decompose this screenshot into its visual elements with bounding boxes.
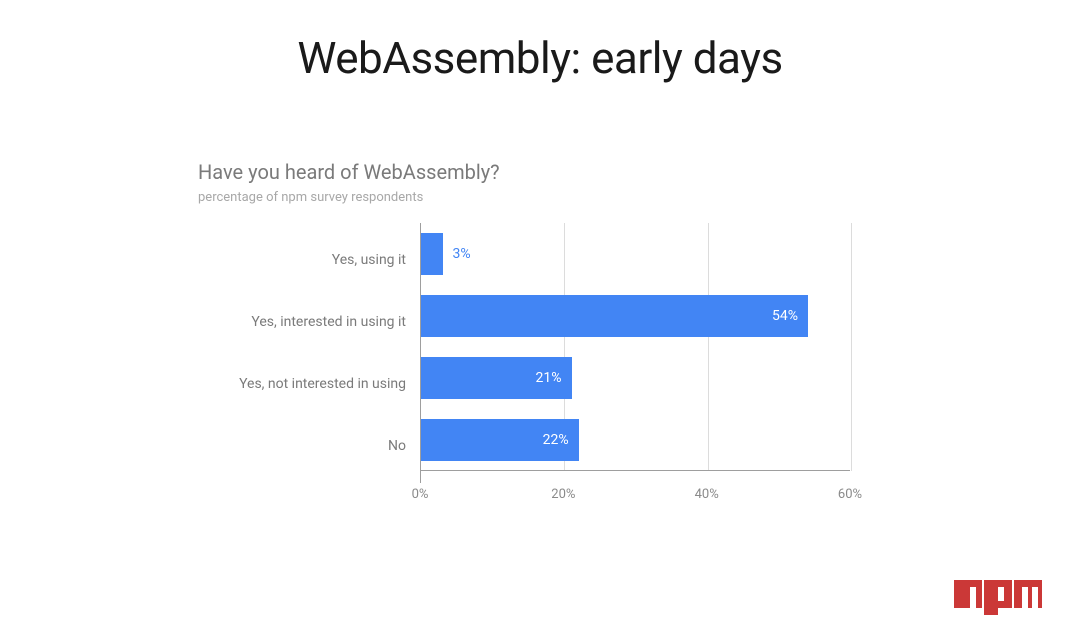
npm-logo-icon — [954, 580, 1044, 616]
chart-plot: Yes, using it Yes, interested in using i… — [190, 223, 890, 483]
bars-area: 3% 54% 21% 22% — [420, 223, 850, 483]
x-label: 40% — [695, 487, 719, 502]
bar: 21% — [421, 357, 572, 399]
y-label: Yes, interested in using it — [190, 291, 420, 353]
page-title: WebAssembly: early days — [0, 32, 1080, 84]
bar: 3% — [421, 233, 443, 275]
y-label: Yes, not interested in using — [190, 353, 420, 415]
y-label: No — [190, 415, 420, 477]
x-label: 0% — [412, 487, 429, 502]
bar: 54% — [421, 295, 808, 337]
bar-row: 3% — [421, 223, 850, 285]
bar-row: 54% — [421, 285, 850, 347]
x-axis-labels: 0% 20% 40% 60% — [420, 483, 850, 505]
chart-subtitle: percentage of npm survey respondents — [198, 190, 890, 205]
bar-row: 22% — [421, 409, 850, 471]
bar: 22% — [421, 419, 579, 461]
y-label: Yes, using it — [190, 229, 420, 291]
bar-row: 21% — [421, 347, 850, 409]
bar-label: 54% — [772, 308, 798, 324]
npm-logo — [954, 580, 1044, 616]
x-label: 20% — [551, 487, 575, 502]
bar-label: 22% — [543, 432, 569, 448]
x-label: 60% — [838, 487, 862, 502]
chart-title: Have you heard of WebAssembly? — [198, 160, 890, 184]
y-axis-labels: Yes, using it Yes, interested in using i… — [190, 223, 420, 483]
bar-label: 21% — [536, 370, 562, 386]
gridline — [851, 223, 852, 471]
bar-label: 3% — [453, 246, 471, 262]
chart: Have you heard of WebAssembly? percentag… — [190, 160, 890, 505]
